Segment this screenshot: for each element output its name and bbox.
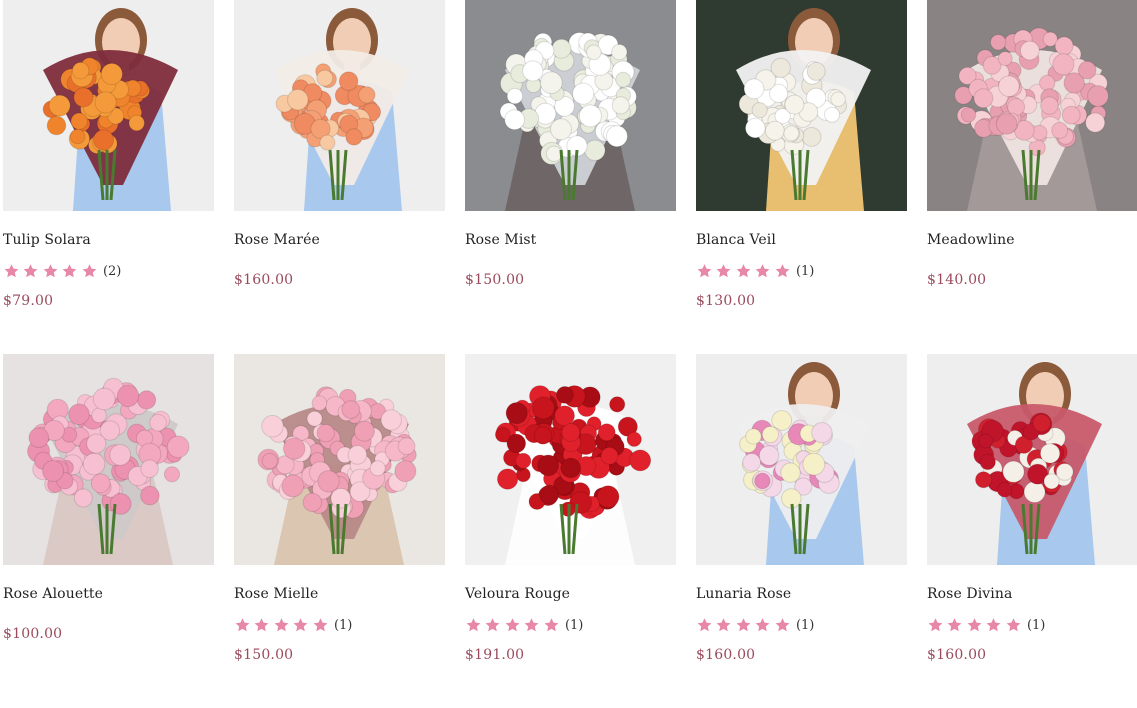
product-image[interactable] <box>465 354 676 565</box>
product-price: $191.00 <box>465 647 525 663</box>
star-icon <box>754 263 773 279</box>
product-card[interactable]: Rose Mist $150.00 <box>465 0 676 354</box>
product-name[interactable]: Rose Mist <box>465 232 536 248</box>
product-name[interactable]: Rose Marée <box>234 232 320 248</box>
star-rating: (1) <box>234 616 352 634</box>
star-icon <box>715 263 734 279</box>
product-name[interactable]: Blanca Veil <box>696 232 776 248</box>
product-price: $160.00 <box>234 272 294 288</box>
product-card[interactable]: Rose Mielle (1) $150.00 <box>234 354 445 708</box>
product-grid: Tulip Solara (2) $79.00 Rose Marée $160.00 Ro… <box>0 0 1137 674</box>
review-count[interactable]: (1) <box>796 618 814 633</box>
product-name[interactable]: Rose Alouette <box>3 586 103 602</box>
star-icon <box>927 617 946 633</box>
product-price: $140.00 <box>927 272 987 288</box>
product-price: $160.00 <box>927 647 987 663</box>
product-price: $150.00 <box>465 272 525 288</box>
product-name[interactable]: Rose Divina <box>927 586 1012 602</box>
star-icon <box>774 263 793 279</box>
product-card[interactable]: Rose Marée $160.00 <box>234 0 445 354</box>
product-image[interactable] <box>3 354 214 565</box>
product-image[interactable] <box>3 0 214 211</box>
product-image[interactable] <box>696 354 907 565</box>
star-icon <box>523 617 542 633</box>
product-price: $150.00 <box>234 647 294 663</box>
star-icon <box>465 617 484 633</box>
star-icon <box>715 617 734 633</box>
product-card[interactable]: Tulip Solara (2) $79.00 <box>3 0 214 354</box>
star-icon <box>1005 617 1024 633</box>
product-card[interactable]: Blanca Veil (1) $130.00 <box>696 0 907 354</box>
product-card[interactable]: Rose Divina (1) $160.00 <box>927 354 1137 708</box>
star-rating: (1) <box>465 616 583 634</box>
product-image[interactable] <box>696 0 907 211</box>
product-price: $130.00 <box>696 293 756 309</box>
star-icon <box>735 263 754 279</box>
product-image[interactable] <box>465 0 676 211</box>
star-icon <box>42 263 61 279</box>
star-icon <box>543 617 562 633</box>
star-icon <box>696 263 715 279</box>
star-icon <box>292 617 311 633</box>
review-count[interactable]: (1) <box>796 264 814 279</box>
star-rating: (2) <box>3 262 121 280</box>
star-icon <box>3 263 22 279</box>
star-icon <box>946 617 965 633</box>
star-icon <box>774 617 793 633</box>
product-card[interactable]: Meadowline $140.00 <box>927 0 1137 354</box>
star-rating: (1) <box>696 616 814 634</box>
star-icon <box>253 617 272 633</box>
star-icon <box>484 617 503 633</box>
product-name[interactable]: Meadowline <box>927 232 1015 248</box>
product-price: $100.00 <box>3 626 63 642</box>
product-name[interactable]: Veloura Rouge <box>465 586 570 602</box>
product-name[interactable]: Tulip Solara <box>3 232 91 248</box>
star-rating: (1) <box>696 262 814 280</box>
product-image[interactable] <box>234 354 445 565</box>
product-name[interactable]: Lunaria Rose <box>696 586 791 602</box>
star-icon <box>312 617 331 633</box>
product-card[interactable]: Lunaria Rose (1) $160.00 <box>696 354 907 708</box>
star-icon <box>735 617 754 633</box>
star-icon <box>696 617 715 633</box>
product-card[interactable]: Rose Alouette $100.00 <box>3 354 214 708</box>
star-icon <box>234 617 253 633</box>
product-price: $160.00 <box>696 647 756 663</box>
review-count[interactable]: (2) <box>103 264 121 279</box>
review-count[interactable]: (1) <box>565 618 583 633</box>
star-icon <box>81 263 100 279</box>
star-rating: (1) <box>927 616 1045 634</box>
product-image[interactable] <box>927 0 1137 211</box>
review-count[interactable]: (1) <box>334 618 352 633</box>
product-image[interactable] <box>927 354 1137 565</box>
product-image[interactable] <box>234 0 445 211</box>
product-card[interactable]: Veloura Rouge (1) $191.00 <box>465 354 676 708</box>
star-icon <box>22 263 41 279</box>
product-name[interactable]: Rose Mielle <box>234 586 318 602</box>
product-price: $79.00 <box>3 293 54 309</box>
star-icon <box>273 617 292 633</box>
star-icon <box>754 617 773 633</box>
star-icon <box>985 617 1004 633</box>
review-count[interactable]: (1) <box>1027 618 1045 633</box>
star-icon <box>966 617 985 633</box>
star-icon <box>61 263 80 279</box>
star-icon <box>504 617 523 633</box>
